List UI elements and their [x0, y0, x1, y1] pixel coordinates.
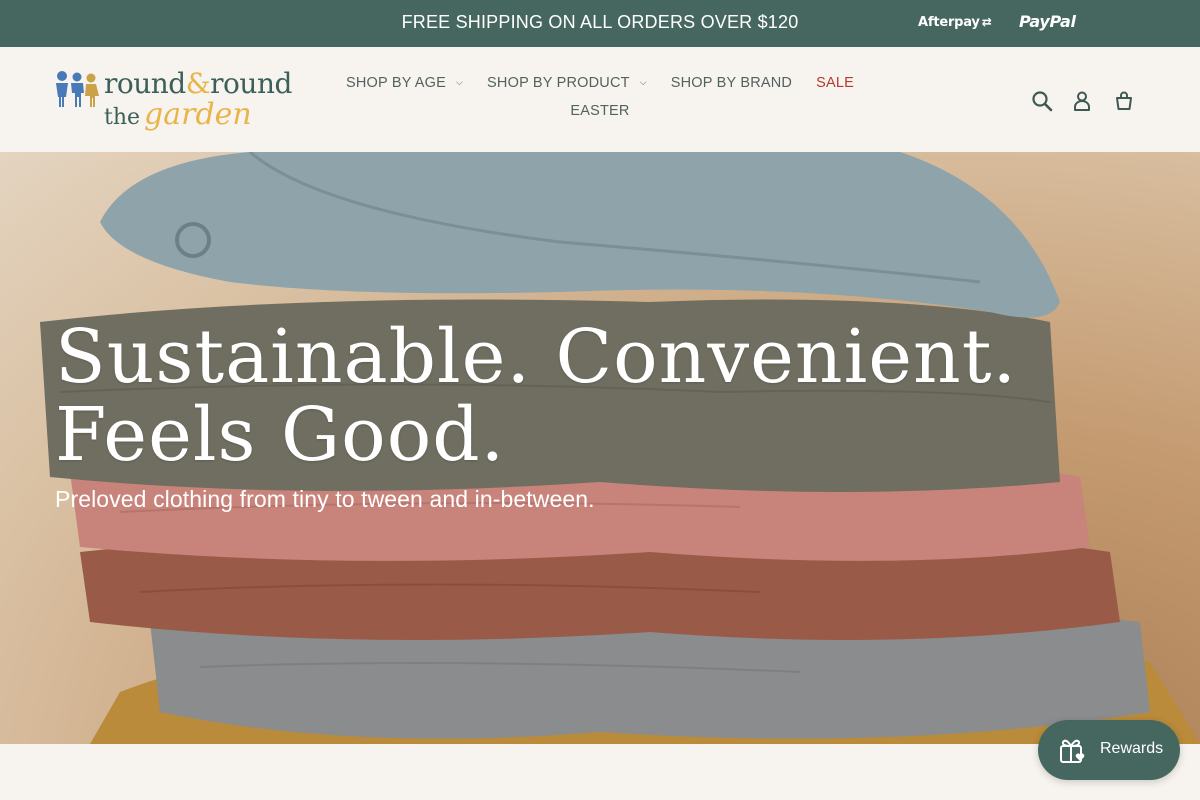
logo-word-round-1: round	[104, 67, 186, 100]
logo-word-the: the	[104, 105, 141, 130]
nav-item-easter[interactable]: EASTER	[570, 103, 629, 119]
logo-ampersand: &	[185, 67, 211, 100]
paypal-logo: PayPal	[1019, 12, 1076, 31]
chevron-down-icon: ⌵	[456, 77, 464, 87]
store-logo[interactable]: round&round the garden	[54, 67, 314, 137]
site-header: round&round the garden SHOP BY AGE ⌵ SHOP …	[0, 47, 1200, 152]
afterpay-label: Afterpay	[918, 15, 980, 30]
announcement-bar: FREE SHIPPING ON ALL ORDERS OVER $120 Af…	[0, 0, 1200, 47]
nav-row-primary: SHOP BY AGE ⌵ SHOP BY PRODUCT ⌵ SHOP BY BR…	[340, 75, 860, 91]
account-icon[interactable]	[1070, 89, 1094, 113]
hero-headline: Sustainable. Convenient. Feels Good.	[55, 318, 1017, 474]
cart-icon[interactable]	[1112, 89, 1136, 113]
hero-headline-line1: Sustainable. Convenient.	[55, 314, 1017, 400]
logo-word-garden: garden	[144, 97, 252, 132]
hero-headline-line2: Feels Good.	[55, 392, 506, 478]
logo-word-round-2: round	[210, 67, 292, 100]
chevron-down-icon: ⌵	[639, 77, 647, 87]
afterpay-logo: Afterpay ⇄	[918, 15, 992, 30]
nav-item-label: SHOP BY PRODUCT	[487, 75, 630, 91]
rewards-label: Rewards	[1100, 740, 1164, 757]
afterpay-arrow-icon: ⇄	[981, 15, 992, 29]
logo-wordmark-bottom: the garden	[104, 97, 252, 132]
hero-subtitle: Preloved clothing from tiny to tween and…	[55, 486, 595, 512]
main-navigation: SHOP BY AGE ⌵ SHOP BY PRODUCT ⌵ SHOP BY BR…	[340, 75, 860, 119]
nav-row-secondary: EASTER	[340, 103, 860, 119]
children-silhouette-icon	[56, 71, 99, 107]
nav-item-label: SHOP BY AGE	[346, 75, 447, 91]
gift-heart-icon	[1060, 739, 1085, 763]
rewards-button[interactable]: Rewards	[1038, 720, 1180, 780]
nav-item-sale[interactable]: SALE	[816, 75, 854, 91]
search-icon[interactable]	[1030, 89, 1054, 113]
nav-item-shop-by-product[interactable]: SHOP BY PRODUCT ⌵	[487, 75, 647, 91]
hero-banner[interactable]: Sustainable. Convenient. Feels Good. Pre…	[0, 152, 1200, 744]
nav-item-shop-by-brand[interactable]: SHOP BY BRAND	[671, 75, 792, 91]
logo-wordmark-top: round&round	[104, 67, 292, 100]
nav-item-shop-by-age[interactable]: SHOP BY AGE ⌵	[346, 75, 463, 91]
